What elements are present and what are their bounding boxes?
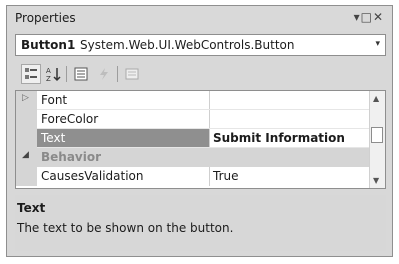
description-text: The text to be shown on the button. (17, 221, 234, 235)
row-gutter (16, 129, 37, 148)
property-row-text[interactable]: Text Submit Information (16, 129, 372, 148)
vertical-scrollbar[interactable]: ▲ ▼ (369, 91, 385, 188)
window-controls[interactable]: ▾□✕ (354, 10, 384, 24)
scroll-up-icon[interactable]: ▲ (373, 94, 379, 103)
property-row-font[interactable]: ▷ Font (16, 91, 372, 110)
property-value[interactable]: True (213, 169, 239, 183)
properties-icon[interactable] (71, 64, 91, 84)
scroll-thumb[interactable] (371, 127, 383, 143)
property-name: CausesValidation (41, 169, 144, 183)
category-row-behavior[interactable]: ◢ Behavior (16, 148, 372, 167)
title-bar: Properties ▾□✕ (7, 6, 392, 31)
column-divider (209, 110, 210, 129)
object-name: Button1 (21, 38, 76, 52)
column-divider (209, 129, 210, 148)
property-grid: ▷ Font ForeColor Text Submit Information… (15, 90, 386, 189)
expand-icon[interactable]: ▷ (22, 93, 29, 103)
object-selector[interactable]: Button1 System.Web.UI.WebControls.Button… (15, 34, 386, 56)
column-divider (209, 91, 210, 110)
description-title: Text (17, 201, 46, 215)
scroll-down-icon[interactable]: ▼ (373, 176, 379, 185)
property-row-causesvalidation[interactable]: CausesValidation True (16, 167, 372, 186)
svg-text:A: A (46, 67, 51, 75)
chevron-down-icon[interactable]: ▾ (375, 39, 380, 49)
events-icon[interactable] (94, 64, 114, 84)
object-type: System.Web.UI.WebControls.Button (80, 38, 295, 52)
svg-text:Z: Z (46, 75, 51, 82)
property-name: ForeColor (41, 112, 99, 126)
alphabetical-icon[interactable]: AZ (44, 64, 64, 84)
category-name: Behavior (41, 150, 102, 164)
toolbar-separator (117, 66, 118, 82)
description-panel: Text The text to be shown on the button. (15, 195, 386, 251)
property-value[interactable]: Submit Information (213, 131, 345, 145)
collapse-icon[interactable]: ◢ (22, 150, 29, 160)
column-divider (209, 167, 210, 186)
properties-toolbar: AZ (15, 62, 386, 86)
property-name: Text (41, 131, 66, 145)
categorized-icon[interactable] (21, 64, 41, 84)
toolbar-separator (66, 66, 67, 82)
property-name: Font (41, 93, 68, 107)
row-gutter (16, 110, 37, 129)
row-gutter (16, 167, 37, 186)
property-row-forecolor[interactable]: ForeColor (16, 110, 372, 129)
properties-window: Properties ▾□✕ Button1 System.Web.UI.Web… (6, 5, 393, 257)
window-title: Properties (15, 11, 76, 25)
property-pages-icon[interactable] (122, 64, 142, 84)
